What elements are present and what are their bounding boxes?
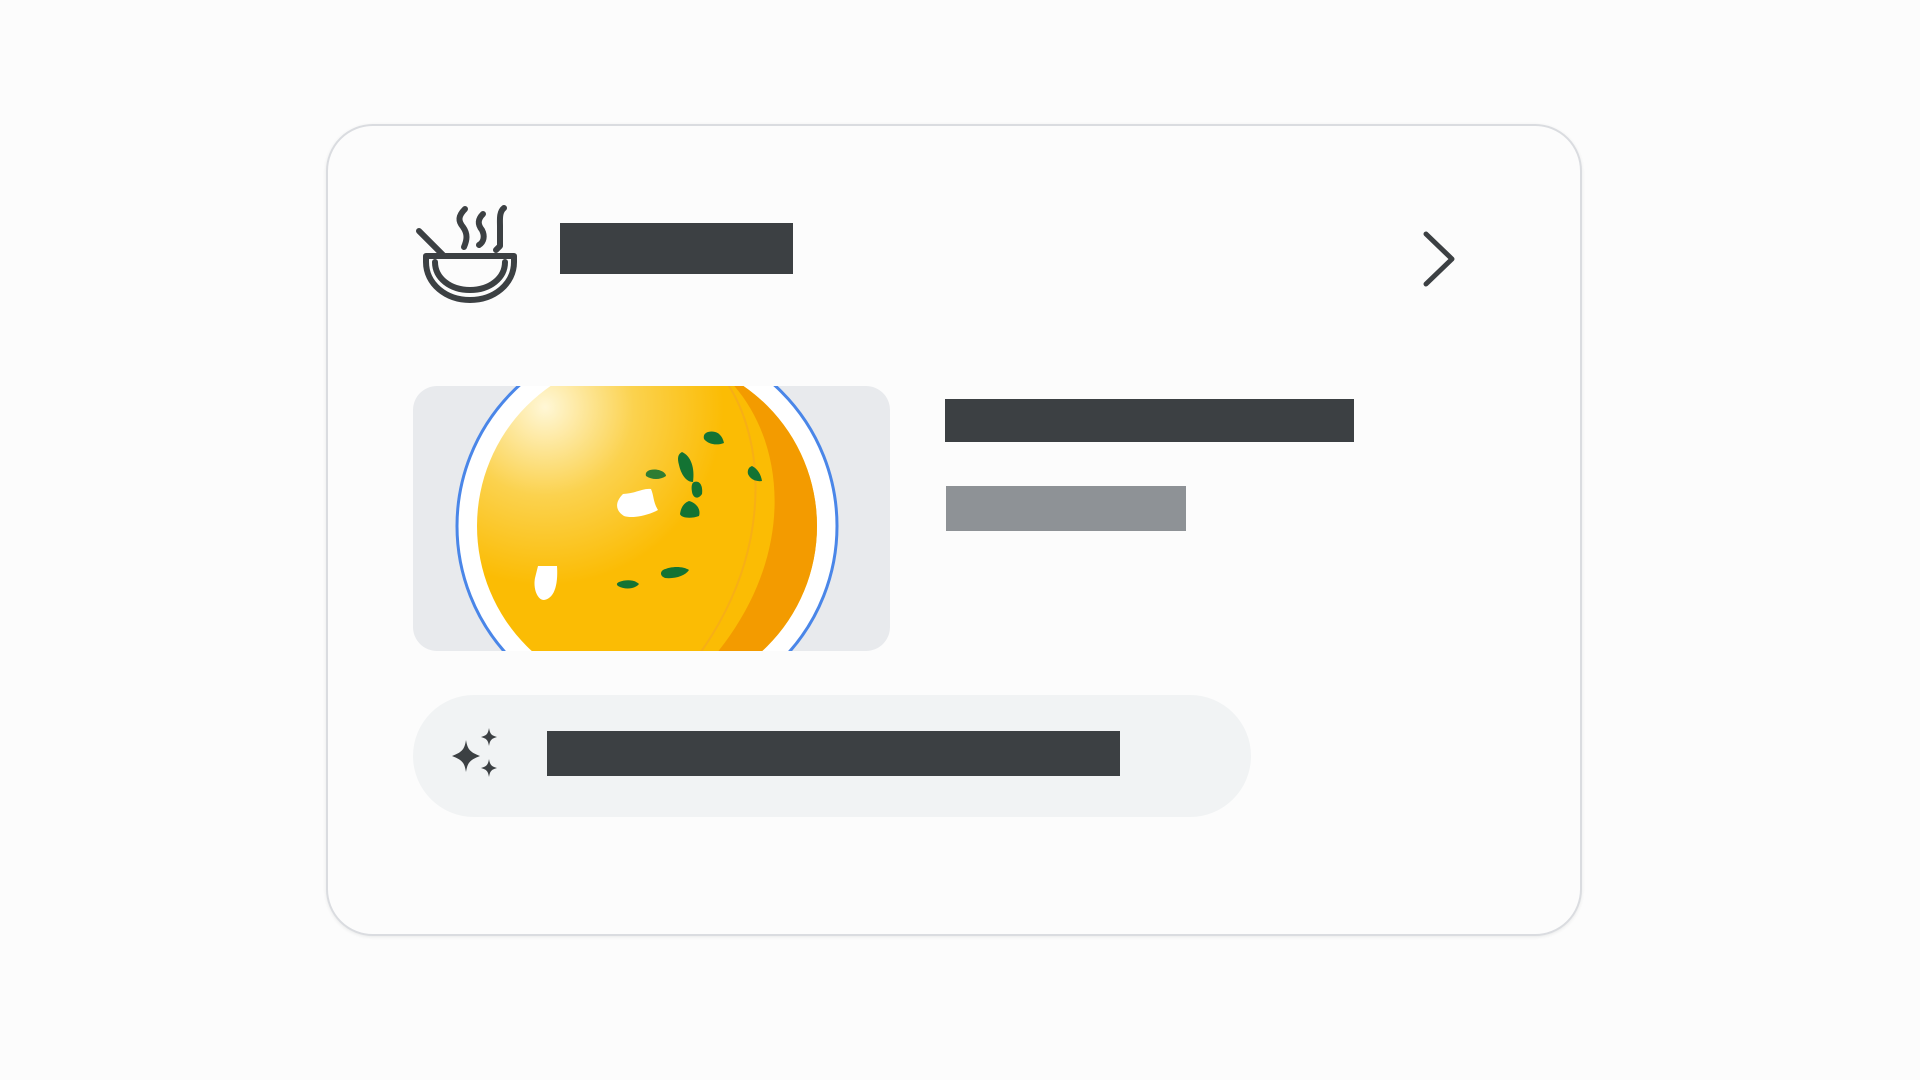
suggestion-label-redacted	[547, 731, 1120, 776]
sparkle-icon	[446, 726, 504, 786]
item-title-redacted	[945, 399, 1354, 442]
soup-bowl-icon	[412, 204, 528, 308]
header-title-redacted	[560, 223, 793, 274]
item-subtitle-redacted	[946, 486, 1186, 531]
soup-bowl-image	[413, 386, 890, 651]
chevron-right-icon[interactable]	[1418, 228, 1464, 290]
